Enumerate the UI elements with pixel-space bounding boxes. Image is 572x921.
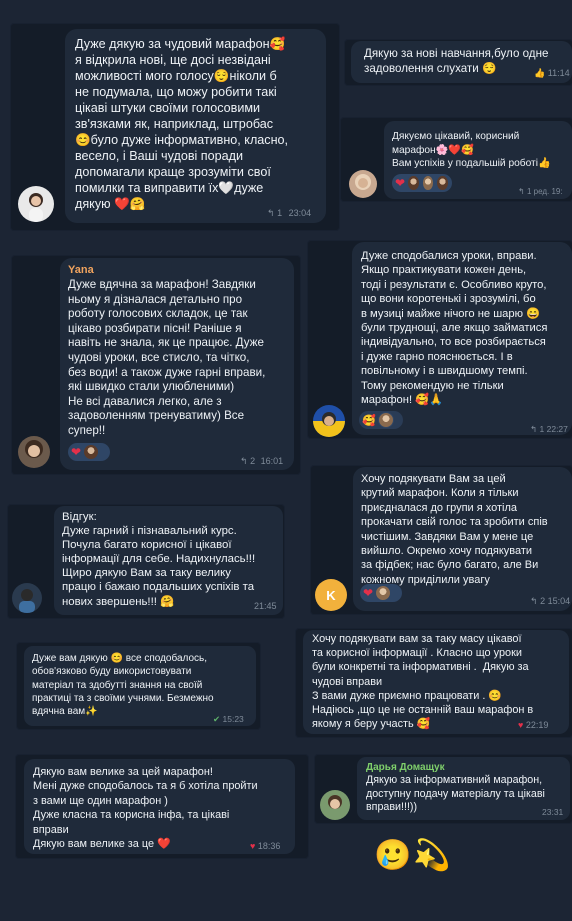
edited-label: ред. [533, 187, 550, 196]
message-meta: ↰ 2 16:01 [240, 456, 283, 467]
message-meta: 23:31 [542, 807, 563, 817]
avatar-initial[interactable]: K [315, 579, 347, 611]
message-text: Дякую за інформативний марафон, доступну… [366, 774, 545, 813]
message-text: Дуже вдячна за марафон! Завдяки ньому я … [68, 278, 266, 437]
message-text: Дякуємо цікавий, корисний марафон🌸❤️🥰 Ва… [392, 131, 551, 169]
heart-icon: ♥ [518, 720, 524, 730]
reply-count: 1 [526, 187, 532, 196]
message-meta: ↰ 2 15:04 [530, 596, 570, 607]
reaction-bar[interactable]: 🥰 [359, 411, 403, 429]
message-time: 23:04 [288, 208, 312, 218]
check-icon: ✔ [213, 714, 221, 724]
heart-reaction-icon[interactable]: ❤ [395, 177, 405, 189]
reply-icon: ↰ [530, 596, 538, 606]
thumbs-up-icon: 👍 [534, 68, 546, 78]
heart-reaction-icon[interactable]: ❤ [363, 587, 373, 599]
message-text: Відгук: Дуже гарний і пізнавальний курс.… [62, 511, 256, 608]
reply-count: 2 [540, 596, 546, 606]
message-text: Дуже вам дякую 😊 все сподобалось, обов'я… [32, 653, 214, 718]
message-time: 18:36 [257, 841, 281, 851]
message-meta: ↰ 1 ред. 19: [518, 187, 563, 196]
reply-count: 2 [250, 456, 256, 466]
message-time: 23:31 [542, 807, 564, 817]
reply-icon: ↰ [240, 456, 248, 466]
heart-icon: ♥ [250, 841, 256, 851]
reactor-avatar [375, 585, 392, 601]
reactor-avatar [377, 412, 394, 428]
message-time: 19: [551, 187, 563, 196]
message-meta: 21:45 [254, 601, 277, 611]
message-text: Дякую вам велике за цей марафон! Мені ду… [33, 766, 258, 851]
avatar[interactable] [18, 186, 54, 222]
avatar[interactable] [18, 436, 50, 468]
avatar[interactable] [313, 405, 345, 437]
reactor-avatar [436, 175, 449, 191]
message-time: 16:01 [260, 456, 284, 466]
message-text: Дякую за нові навчання,було одне задовол… [364, 47, 549, 75]
smiling-face-reaction-icon[interactable]: 🥰 [362, 414, 376, 427]
message-text: Дуже сподобалися уроки, вправи. Якщо пра… [361, 250, 548, 407]
reactor-avatar [83, 444, 100, 460]
avatar[interactable] [349, 170, 377, 198]
reply-icon: ↰ [530, 424, 538, 434]
message-meta: ♥ 18:36 [250, 841, 280, 851]
message-meta: 👍 11:14 [534, 68, 570, 79]
avatar-letter: K [326, 587, 336, 603]
message-time: 15:23 [222, 714, 244, 724]
reply-icon: ↰ [518, 187, 525, 196]
message-time: 15:04 [547, 596, 571, 606]
reaction-bar[interactable]: ❤ [360, 584, 402, 602]
reply-icon: ↰ [267, 208, 275, 218]
reply-count: 1 [539, 424, 545, 434]
reaction-bar[interactable]: ❤ [392, 174, 452, 192]
message-time: 22:27 [546, 424, 568, 434]
message-meta: ↰ 1 23:04 [267, 208, 311, 219]
message-time: 22:19 [525, 720, 549, 730]
avatar[interactable] [12, 583, 42, 613]
message-meta: ♥ 22:19 [518, 720, 548, 730]
message-meta: ↰ 1 22:27 [530, 424, 568, 435]
author-name[interactable]: Дарья Домащук [366, 762, 445, 773]
message-text: Дуже дякую за чудовий марафон🥰 я відкрил… [75, 37, 289, 211]
reactor-avatar [421, 175, 435, 191]
reply-count: 1 [277, 208, 283, 218]
reactor-avatar [407, 175, 420, 191]
message-text: Хочу подякувати вам за таку масу цікавої… [312, 633, 534, 731]
message-time: 11:14 [547, 68, 570, 78]
message-text: Хочу подякувати Вам за цей крутий марафо… [361, 473, 548, 586]
reaction-bar[interactable]: ❤ [68, 443, 110, 461]
emoji-sticker: 🥲💫 [374, 839, 453, 872]
heart-reaction-icon[interactable]: ❤ [71, 446, 81, 458]
message-meta: ✔ 15:23 [213, 714, 244, 725]
avatar[interactable] [320, 790, 350, 820]
author-name[interactable]: Yana [68, 264, 94, 276]
message-time: 21:45 [254, 601, 277, 611]
